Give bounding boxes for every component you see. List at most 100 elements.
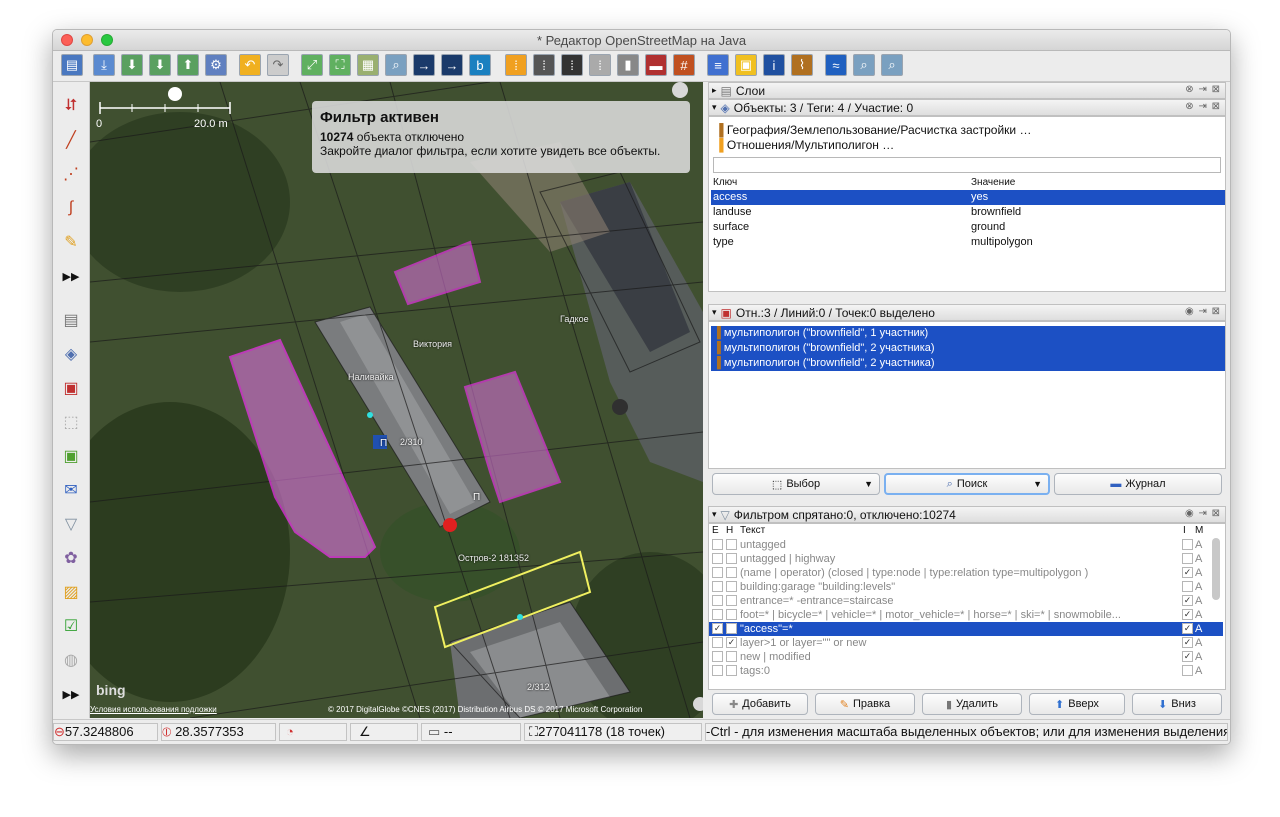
- tag-row[interactable]: surface ground: [713, 220, 1221, 235]
- collapse-icon[interactable]: ▾: [712, 307, 717, 318]
- filter-row[interactable]: building:garage "building:levels" A: [709, 580, 1223, 594]
- traffic-light-icon[interactable]: ▮: [617, 54, 639, 76]
- selection-item[interactable]: ▐ мультиполигон ("brownfield", 1 участни…: [711, 326, 1225, 341]
- add-filter-button[interactable]: ✚ Добавить: [712, 693, 808, 715]
- selection-list-icon[interactable]: ⬚: [59, 410, 83, 434]
- map-label-ostrov: Остров-2 181352: [458, 553, 529, 563]
- filter-row[interactable]: tags:0 A: [709, 664, 1223, 678]
- bing-imagery-icon[interactable]: b: [469, 54, 491, 76]
- tag-icon[interactable]: ◈: [59, 342, 83, 366]
- move-up-button[interactable]: ⬆ Вверх: [1029, 693, 1125, 715]
- selection-item[interactable]: ▐ мультиполигон ("brownfield", 2 участни…: [711, 356, 1225, 371]
- gps-icon[interactable]: ◍: [59, 648, 83, 672]
- zoom-to-data-icon[interactable]: ⛶: [329, 54, 351, 76]
- highway-icon[interactable]: ⁞: [505, 54, 527, 76]
- panel-controls-icon[interactable]: ◉ ⇥ ⊠: [1185, 508, 1221, 519]
- tag-row[interactable]: access yes: [711, 190, 1225, 205]
- preset-landuse[interactable]: ▐ География/Землепользование/Расчистка з…: [715, 123, 1031, 137]
- selection-item[interactable]: ▐ мультиполигон ("brownfield", 2 участни…: [711, 341, 1225, 356]
- open-location-icon[interactable]: ⤓: [93, 54, 115, 76]
- improve-way-tool-icon[interactable]: ⋰: [59, 162, 83, 186]
- collapse-icon[interactable]: ▾: [712, 102, 717, 113]
- filter-row[interactable]: (name | operator) (closed | type:node | …: [709, 566, 1223, 580]
- download-along-icon[interactable]: ⬇: [149, 54, 171, 76]
- more-tools-icon[interactable]: ▶▶: [59, 264, 83, 288]
- zoom-to-selection-icon[interactable]: ⤢: [301, 54, 323, 76]
- layers-icon[interactable]: ▤: [59, 308, 83, 332]
- map-canvas[interactable]: [90, 82, 703, 718]
- tag-search-input[interactable]: [713, 157, 1221, 173]
- filter-overlay-hint: Закройте диалог фильтра, если хотите уви…: [320, 144, 661, 158]
- preferences-icon[interactable]: ⚙: [205, 54, 227, 76]
- imagery-offset-icon[interactable]: →: [441, 54, 463, 76]
- filter-row[interactable]: ✓ layer>1 or layer="" or new ✓ A: [709, 636, 1223, 650]
- search-icon[interactable]: ⌕: [853, 54, 875, 76]
- validator-icon[interactable]: ▣: [59, 444, 83, 468]
- dropdown-arrow-icon[interactable]: ▼: [864, 479, 873, 489]
- preset-multipolygon[interactable]: ▐ Отношения/Мультиполигон …: [715, 138, 894, 152]
- relation-icon[interactable]: ▣: [59, 376, 83, 400]
- dropdown-arrow-icon[interactable]: ▼: [1033, 479, 1042, 489]
- download-icon[interactable]: ⬇: [121, 54, 143, 76]
- upload-icon[interactable]: ⬆: [177, 54, 199, 76]
- filter-row[interactable]: foot=* | bicycle=* | vehicle=* | motor_v…: [709, 608, 1223, 622]
- edit-filter-button[interactable]: ✎ Правка: [815, 693, 915, 715]
- notes-icon[interactable]: ✉: [59, 478, 83, 502]
- filter-panel-header[interactable]: ▾ ▽ Фильтром спрятано:0, отключено:10274…: [708, 506, 1226, 523]
- styles-icon[interactable]: ✿: [59, 546, 83, 570]
- redo-icon[interactable]: ↷: [267, 54, 289, 76]
- map-view[interactable]: 0 20.0 m Фильтр активен 10274 объекта от…: [90, 82, 703, 718]
- delete-filter-button[interactable]: ▮ Удалить: [922, 693, 1022, 715]
- more-dialogs-icon[interactable]: ▶▶: [59, 682, 83, 706]
- filter-row[interactable]: entrance=* -entrance=staircase ✓ A: [709, 594, 1223, 608]
- filter-row[interactable]: untagged A: [709, 538, 1223, 552]
- filter-scrollbar[interactable]: [1212, 538, 1220, 600]
- parallel-tool-icon[interactable]: ∫: [59, 196, 83, 220]
- multipolygon-icon: ▐: [713, 342, 721, 354]
- search-map-icon[interactable]: ⌕: [385, 54, 407, 76]
- pencil-tool-icon[interactable]: ✎: [59, 230, 83, 254]
- search-button[interactable]: ⌕ Поиск ▼: [884, 473, 1050, 495]
- panel-controls-icon[interactable]: ◉ ⇥ ⊠: [1185, 306, 1221, 317]
- filter-icon[interactable]: ▽: [59, 512, 83, 536]
- bench-icon[interactable]: ≡: [707, 54, 729, 76]
- conflict-icon[interactable]: ▨: [59, 580, 83, 604]
- imagery-terms-link[interactable]: Условия использования подложки: [90, 705, 217, 714]
- waterway-icon[interactable]: ≈: [825, 54, 847, 76]
- status-bar: ⊖57.3248806 ⦶ 28.3577353 ◔ ∠ ▭ -- ⛶27704…: [53, 719, 1230, 744]
- heading-icon: ◔: [286, 724, 294, 739]
- landuse-icon[interactable]: ⌇: [791, 54, 813, 76]
- undo-icon[interactable]: ↶: [239, 54, 261, 76]
- track-icon[interactable]: ⁞: [589, 54, 611, 76]
- filter-row[interactable]: untagged | highway A: [709, 552, 1223, 566]
- shop-icon[interactable]: ▣: [735, 54, 757, 76]
- tag-row[interactable]: landuse brownfield: [713, 205, 1221, 220]
- objects-panel: ▐ География/Землепользование/Расчистка з…: [708, 116, 1226, 292]
- map-label-gadkoe: Гадкое: [560, 314, 589, 324]
- search-advanced-icon[interactable]: ⌕: [881, 54, 903, 76]
- select-button[interactable]: ⬚ Выбор ▼: [712, 473, 880, 495]
- path-icon[interactable]: ⁞: [561, 54, 583, 76]
- collapse-icon[interactable]: ▾: [712, 509, 717, 520]
- todo-icon[interactable]: ☑: [59, 614, 83, 638]
- panel-controls-icon[interactable]: ⊗ ⇥ ⊠: [1185, 101, 1221, 112]
- selection-panel-header[interactable]: ▾ ▣ Отн.:3 / Линий:0 / Точек:0 выделено …: [708, 304, 1226, 321]
- building-icon[interactable]: ▬: [645, 54, 667, 76]
- open-file-icon[interactable]: ▤: [61, 54, 83, 76]
- info-icon[interactable]: i: [763, 54, 785, 76]
- history-button[interactable]: ▬ Журнал: [1054, 473, 1222, 495]
- imagery-icon[interactable]: →: [413, 54, 435, 76]
- draw-tool-icon[interactable]: ╱: [59, 128, 83, 152]
- objects-panel-header[interactable]: ▾ ◈ Объекты: 3 / Теги: 4 / Участие: 0 ⊗ …: [708, 99, 1226, 116]
- move-down-button[interactable]: ⬇ Вниз: [1132, 693, 1222, 715]
- tag-row[interactable]: type multipolygon: [713, 235, 1221, 250]
- railway-icon[interactable]: #: [673, 54, 695, 76]
- road-icon[interactable]: ⁞: [533, 54, 555, 76]
- wms-icon[interactable]: ▦: [357, 54, 379, 76]
- expand-icon[interactable]: ▸: [712, 85, 717, 96]
- filter-row-selected[interactable]: ✓ "access"=* ✓ A: [709, 622, 1223, 636]
- panel-controls-icon[interactable]: ⊗ ⇥ ⊠: [1185, 84, 1221, 95]
- select-tool-icon[interactable]: ⮃: [59, 94, 83, 118]
- layers-panel-header[interactable]: ▸ ▤ Слои ⊗ ⇥ ⊠: [708, 82, 1226, 99]
- filter-row[interactable]: new | modified ✓ A: [709, 650, 1223, 664]
